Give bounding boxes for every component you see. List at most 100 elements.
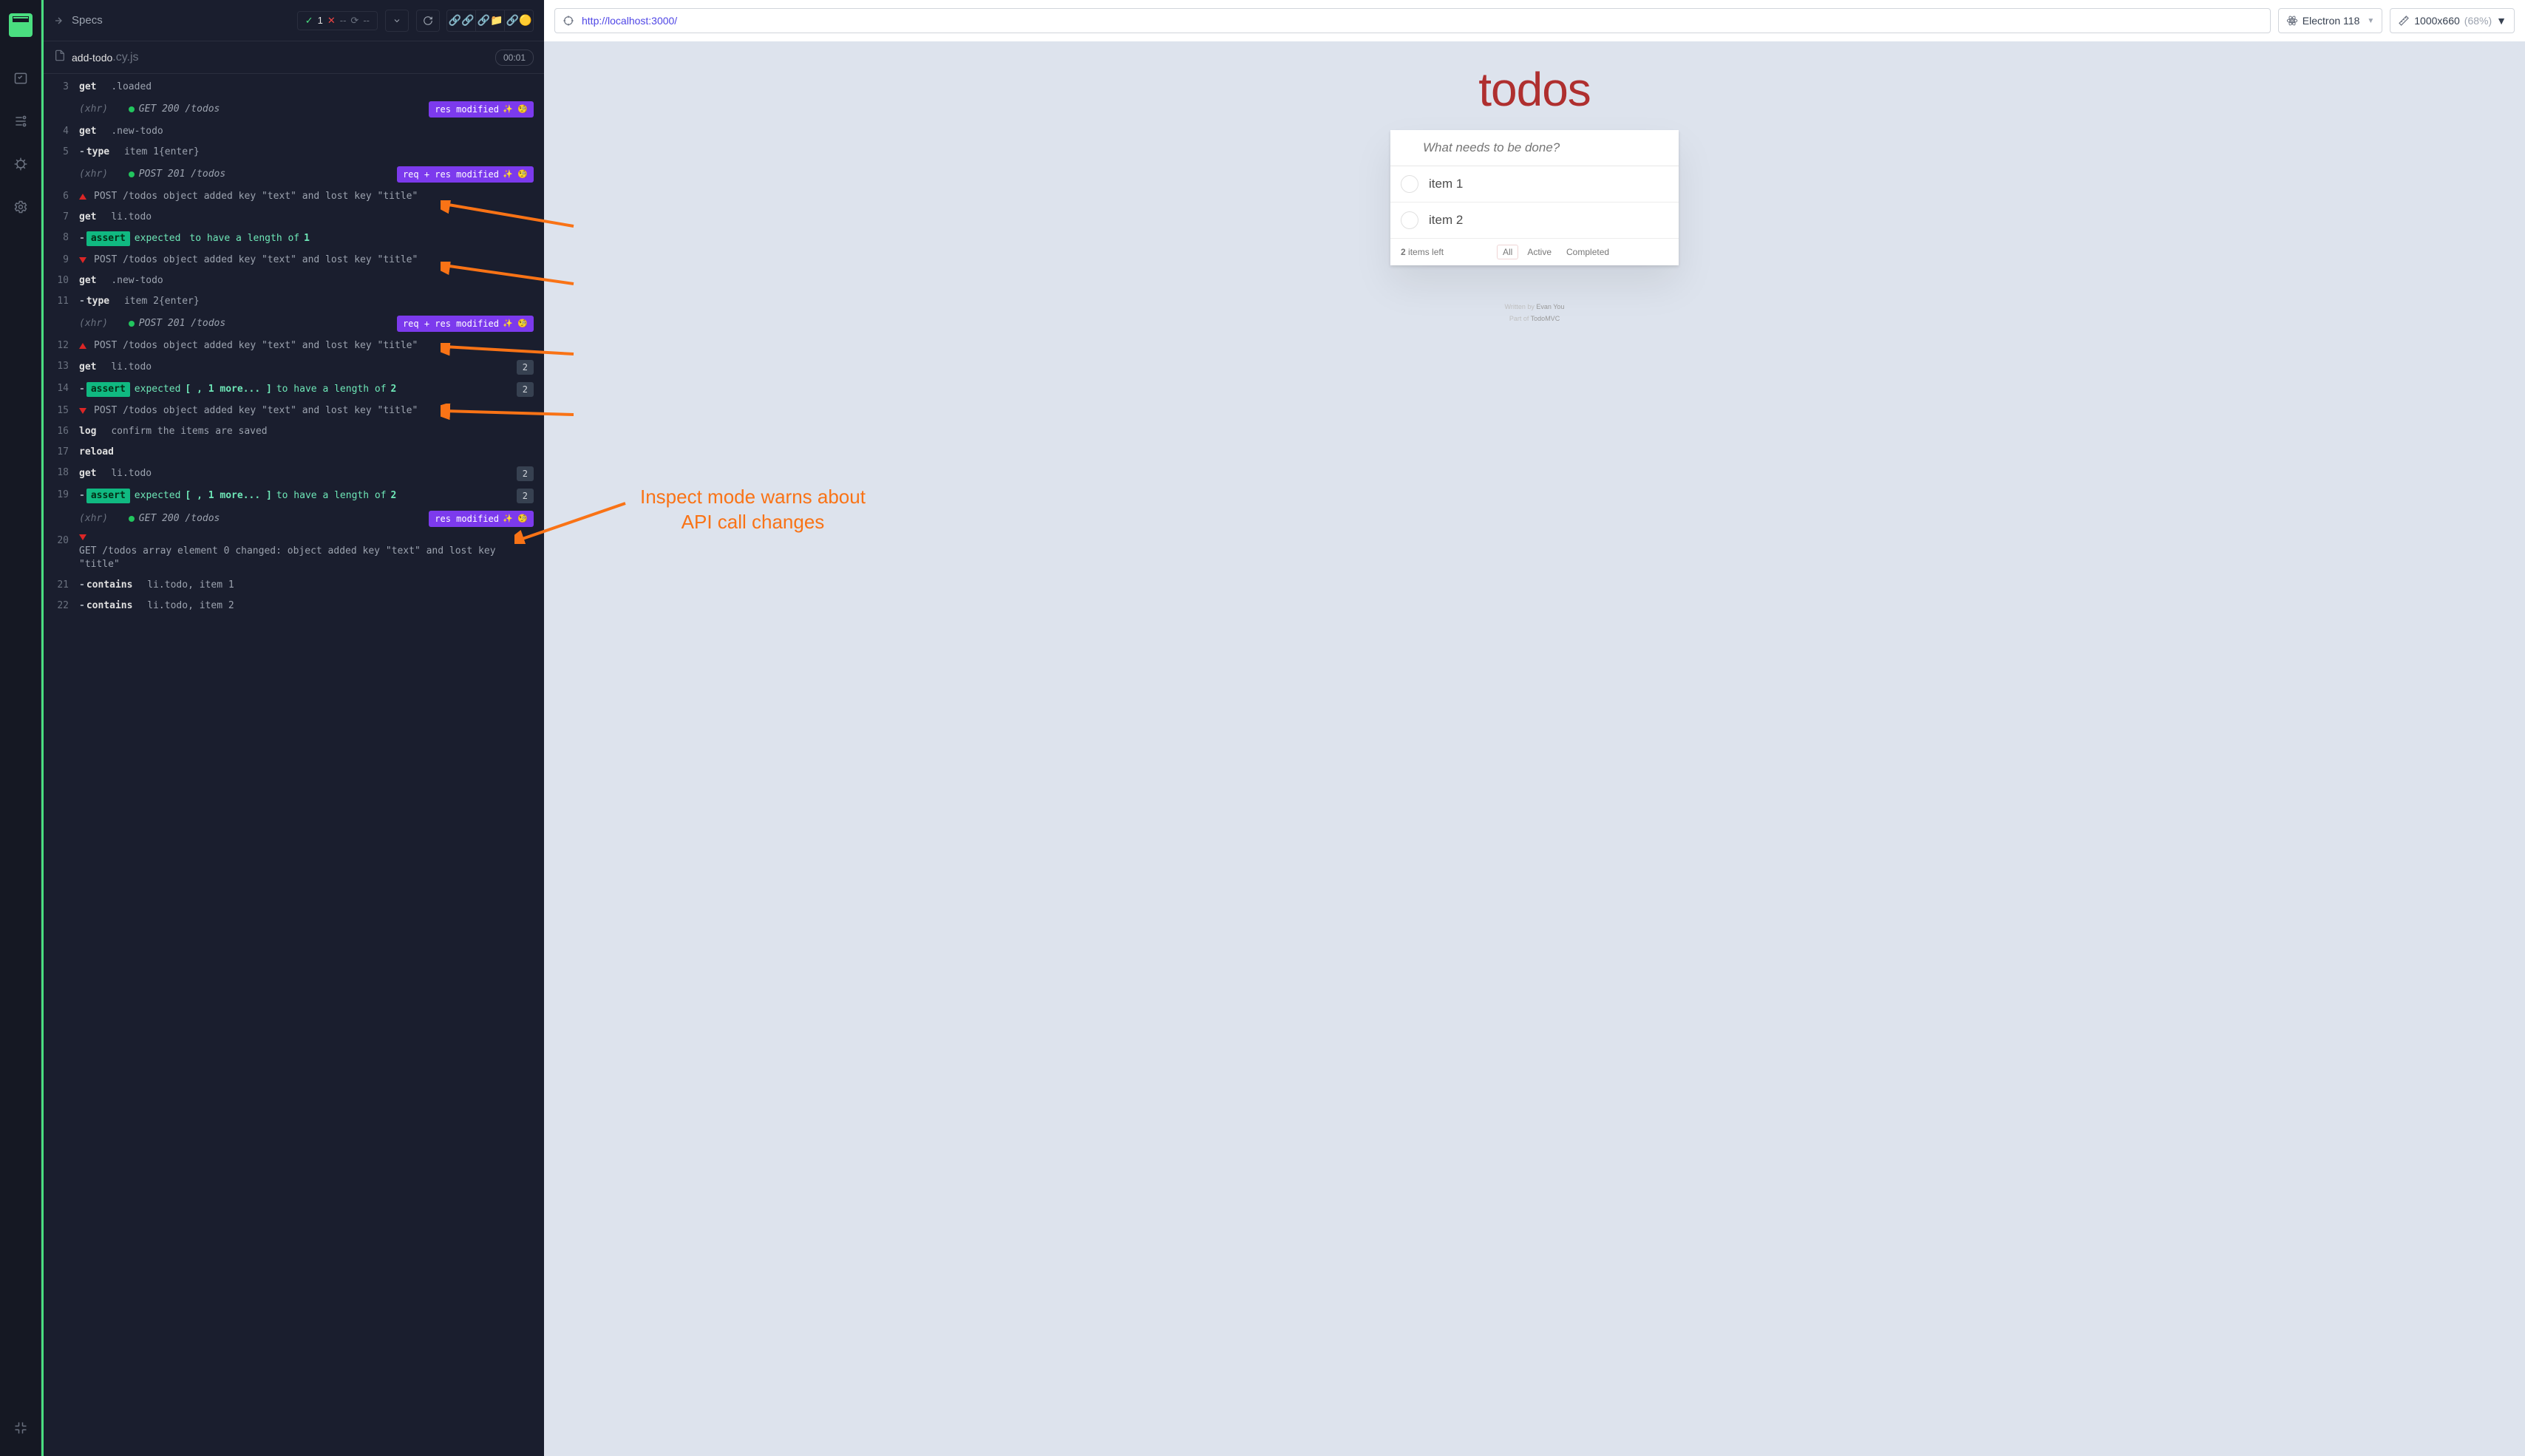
browser-name: Electron 118 [2303,15,2360,27]
todo-credits: Written by Evan You Part of TodoMVC [1390,301,1679,324]
test-timer: 00:01 [495,50,534,66]
nav-runs-icon[interactable] [6,106,35,136]
warning-triangle-icon [79,194,86,200]
command-log[interactable]: 3get .loaded(xhr) GET 200 /todosres modi… [44,74,544,1456]
command-row[interactable]: 17reload [44,442,544,463]
author-link[interactable]: Evan You [1536,303,1564,310]
restart-button[interactable] [416,10,440,32]
todo-item[interactable]: item 2 [1390,203,1679,239]
chevron-down-icon: ▼ [2367,17,2374,25]
todo-label: item 1 [1429,177,1463,191]
command-row[interactable]: 4get .new-todo [44,121,544,142]
todo-app: todos item 1 item 2 2 ite [1390,62,1679,324]
specs-icon [54,15,66,27]
command-row[interactable]: 21-contains li.todo, item 1 [44,575,544,596]
todomvc-link[interactable]: TodoMVC [1531,315,1560,322]
command-row[interactable]: 5-type item 1{enter} [44,142,544,163]
nav-debug-icon[interactable] [6,149,35,179]
command-row[interactable]: (xhr) GET 200 /todosres modified ✨ 🧐 [44,98,544,121]
pending-count: -- [363,15,370,26]
fail-icon: ✕ [327,15,336,27]
modified-badge: res modified ✨ 🧐 [429,101,534,118]
command-row[interactable]: (xhr) GET 200 /todosres modified ✨ 🧐 [44,507,544,531]
todo-item[interactable]: item 1 [1390,166,1679,203]
command-row[interactable]: (xhr) POST 201 /todosreq + res modified … [44,312,544,336]
command-row[interactable]: 13get li.todo2 [44,356,544,378]
ruler-icon [2398,15,2410,27]
command-row[interactable]: 8-assert expected to have a length of 1 [44,228,544,250]
browser-bar: http://localhost:3000/ Electron 118 ▼ 10… [544,0,2525,41]
count-badge: 2 [517,360,534,375]
command-row[interactable]: 6 POST /todos object added key "text" an… [44,186,544,207]
specs-title[interactable]: Specs [54,14,103,27]
command-row[interactable]: 22-contains li.todo, item 2 [44,596,544,616]
preview-panel: http://localhost:3000/ Electron 118 ▼ 10… [544,0,2525,1456]
electron-icon [2286,15,2298,27]
modified-badge: req + res modified ✨ 🧐 [397,316,534,332]
tool-button-2[interactable]: 🔗📁 [475,10,505,32]
command-row[interactable]: 16log confirm the items are saved [44,421,544,442]
pending-icon: ⟳ [350,15,358,27]
command-row[interactable]: 20 GET /todos array element 0 changed: o… [44,531,544,575]
chevron-down-icon: ▼ [2496,15,2507,27]
command-row[interactable]: 3get .loaded [44,77,544,98]
annotation-text: Inspect mode warns about API call change… [640,485,866,535]
count-badge: 2 [517,382,534,397]
viewport-info[interactable]: 1000x660 (68%) ▼ [2390,8,2515,33]
fail-count: -- [340,15,347,26]
file-name: add-todo [72,52,112,64]
tool-button-3[interactable]: 🔗🟡 [504,10,534,32]
warning-triangle-icon [79,408,86,414]
viewport-size: 1000x660 [2414,15,2460,27]
cypress-logo[interactable] [9,13,33,37]
nav-specs-icon[interactable] [6,64,35,93]
viewport-zoom: (68%) [2464,15,2492,27]
url-text: http://localhost:3000/ [582,15,677,27]
command-row[interactable]: 15 POST /todos object added key "text" a… [44,401,544,421]
command-row[interactable]: 11-type item 2{enter} [44,291,544,312]
browser-selector[interactable]: Electron 118 ▼ [2278,8,2382,33]
command-row[interactable]: 19-assert expected [ , 1 more... ] to ha… [44,485,544,507]
command-row[interactable]: 12 POST /todos object added key "text" a… [44,336,544,356]
test-status: ✓ 1 ✕ -- ⟳ -- [297,11,378,30]
command-row[interactable]: (xhr) POST 201 /todosreq + res modified … [44,163,544,186]
warning-triangle-icon [79,534,86,540]
command-row[interactable]: 10get .new-todo [44,271,544,291]
filter-all[interactable]: All [1497,245,1518,259]
stop-button[interactable] [385,10,409,32]
new-todo-input[interactable] [1390,130,1679,166]
count-badge: 2 [517,466,534,481]
file-bar: add-todo .cy.js 00:01 [44,41,544,74]
todo-list: item 1 item 2 [1390,166,1679,239]
command-row[interactable]: 9 POST /todos object added key "text" an… [44,250,544,271]
chevron-down-icon [392,16,401,25]
pass-count: 1 [318,15,323,26]
filter-active[interactable]: Active [1521,245,1557,259]
filter-completed[interactable]: Completed [1560,245,1615,259]
todo-filters: All Active Completed [1497,245,1615,259]
nav-keyboard-icon[interactable] [6,1413,35,1443]
file-extension: .cy.js [112,51,138,64]
items-left: 2 items left [1401,247,1444,257]
pass-icon: ✓ [305,15,313,27]
modified-badge: res modified ✨ 🧐 [429,511,534,527]
specs-label: Specs [72,14,103,27]
toolbar-group: 🔗🔗 🔗📁 🔗🟡 [447,10,534,32]
todo-checkbox[interactable] [1401,211,1418,229]
command-row[interactable]: 14-assert expected [ , 1 more... ] to ha… [44,378,544,401]
tool-button-1[interactable]: 🔗🔗 [446,10,476,32]
target-icon [563,15,574,27]
modified-badge: req + res modified ✨ 🧐 [397,166,534,183]
todo-footer: 2 items left All Active Completed [1390,239,1679,265]
command-row[interactable]: 7get li.todo [44,207,544,228]
command-row[interactable]: 18get li.todo2 [44,463,544,485]
file-icon [54,50,66,65]
reporter-panel: Specs ✓ 1 ✕ -- ⟳ -- 🔗🔗 🔗📁 🔗🟡 [41,0,544,1456]
todo-heading: todos [1390,62,1679,117]
url-bar[interactable]: http://localhost:3000/ [554,8,2271,33]
nav-sidebar [0,0,41,1456]
todo-checkbox[interactable] [1401,175,1418,193]
reload-icon [423,16,433,26]
nav-settings-icon[interactable] [6,192,35,222]
todo-label: item 2 [1429,213,1463,228]
